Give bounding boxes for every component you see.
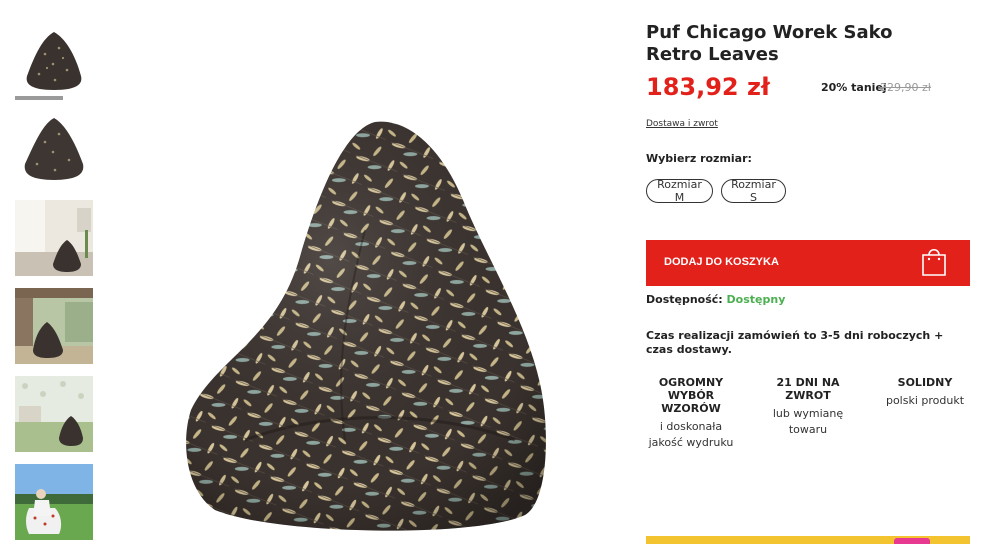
availability-label: Dostępność:	[646, 293, 723, 306]
thumbnail-2[interactable]	[15, 112, 93, 188]
thumbnail-6[interactable]	[15, 464, 93, 540]
main-product-image[interactable]	[175, 110, 565, 540]
feature-title: OGROMNY WYBÓR WZORÓW	[658, 376, 724, 415]
thumbnail-3[interactable]	[15, 200, 93, 276]
feature-title: SOLIDNY	[897, 376, 953, 389]
thumbnail-5[interactable]	[15, 376, 93, 452]
shopping-bag-icon	[920, 245, 948, 277]
promo-banner[interactable]	[646, 536, 970, 544]
size-label: Wybierz rozmiar:	[646, 152, 752, 165]
availability: Dostępność: Dostępny	[646, 293, 785, 306]
promo-banner-graphic	[894, 538, 930, 544]
feature-subtitle: i doskonała jakość wydruku	[648, 420, 734, 449]
feature-subtitle: polski produkt	[885, 394, 965, 407]
product-title: Puf Chicago Worek Sako Retro Leaves	[646, 22, 893, 65]
feature-subtitle: lub wymianę towaru	[772, 407, 844, 436]
product-price: 183,92 zł	[646, 73, 770, 101]
feature-21-day-returns: 21 DNI NA ZWROT lub wymianę towaru	[758, 376, 858, 438]
discount-badge: 20% taniej	[821, 81, 887, 94]
delivery-returns-link[interactable]: Dostawa i zwrot	[646, 119, 718, 129]
thumbnail-1[interactable]	[15, 24, 93, 100]
feature-title: 21 DNI NA ZWROT	[776, 376, 840, 402]
feature-wide-selection: OGROMNY WYBÓR WZORÓW i doskonała jakość …	[641, 376, 741, 451]
old-price: 229,90 zł	[880, 81, 931, 94]
thumbnail-4[interactable]	[15, 288, 93, 364]
size-option-m[interactable]: Rozmiar M	[646, 178, 713, 204]
add-to-cart-label: DODAJ DO KOSZYKA	[664, 256, 779, 268]
feature-polish-product: SOLIDNY polski produkt	[875, 376, 975, 409]
thumbnail-active-indicator	[15, 96, 63, 100]
realization-time-note: Czas realizacji zamówień to 3-5 dni robo…	[646, 329, 944, 356]
availability-status: Dostępny	[726, 293, 786, 306]
add-to-cart-button[interactable]: DODAJ DO KOSZYKA	[646, 240, 970, 286]
size-option-s[interactable]: Rozmiar S	[721, 178, 786, 204]
